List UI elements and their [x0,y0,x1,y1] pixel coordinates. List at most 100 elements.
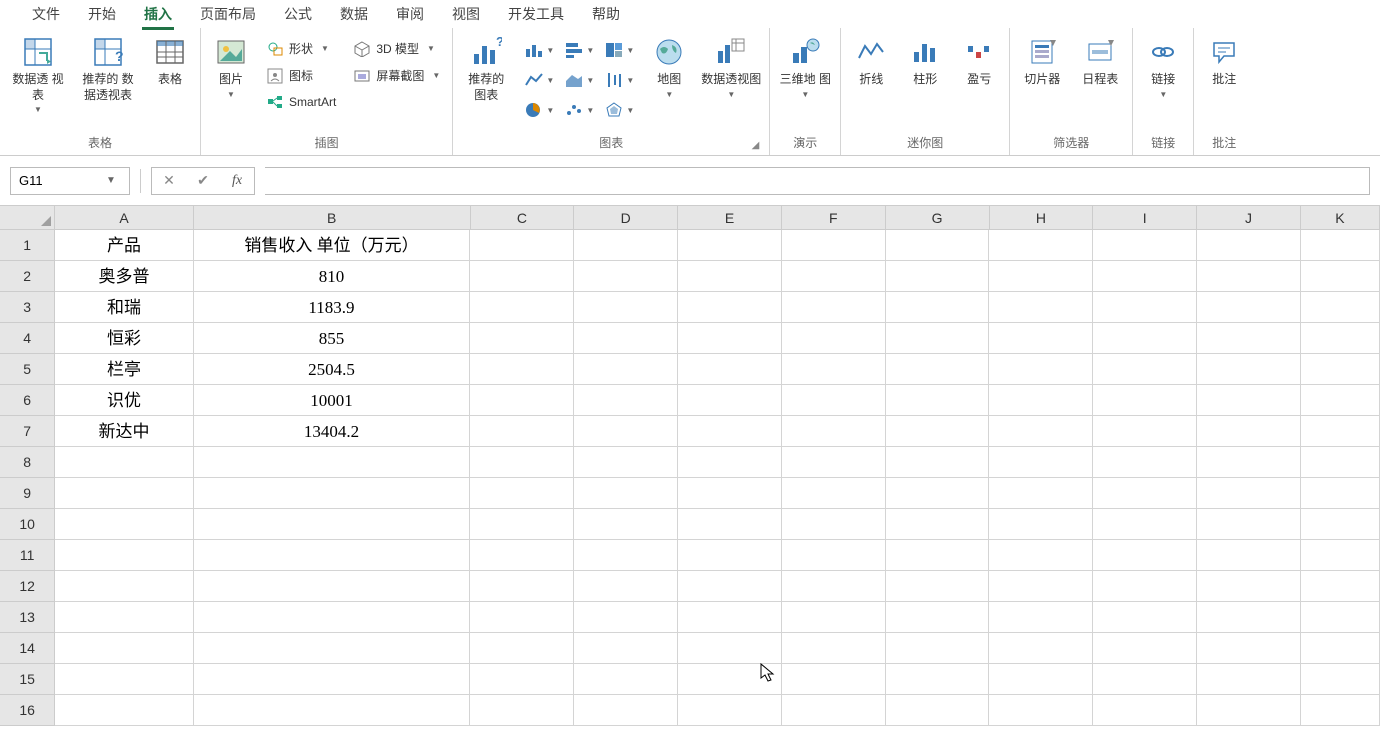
comment-button[interactable]: 批注 [1202,32,1246,88]
cell-G2[interactable] [886,261,990,292]
bar-chart-button[interactable]: ▼ [561,36,597,64]
cell-C12[interactable] [470,571,574,602]
cell-C7[interactable] [470,416,574,447]
cell-G6[interactable] [886,385,990,416]
cell-F8[interactable] [782,447,886,478]
cell-B8[interactable] [194,447,471,478]
cell-K5[interactable] [1301,354,1380,385]
cell-I10[interactable] [1093,509,1197,540]
cell-B5[interactable]: 2504.5 [194,354,471,385]
cell-A2[interactable]: 奥多普 [55,261,193,292]
cell-D14[interactable] [574,633,678,664]
cell-A11[interactable] [55,540,193,571]
menu-item-开始[interactable]: 开始 [74,0,130,28]
row-header-10[interactable]: 10 [0,509,55,540]
column-header-F[interactable]: F [782,206,886,230]
cell-K13[interactable] [1301,602,1380,633]
slicer-button[interactable]: 切片器 [1018,32,1066,88]
cell-E14[interactable] [678,633,782,664]
cell-C9[interactable] [470,478,574,509]
cell-J8[interactable] [1197,447,1301,478]
cell-A4[interactable]: 恒彩 [55,323,193,354]
cell-A12[interactable] [55,571,193,602]
cell-K12[interactable] [1301,571,1380,602]
cell-C4[interactable] [470,323,574,354]
row-header-4[interactable]: 4 [0,323,55,354]
sparkline-winloss-button[interactable]: 盈亏 [957,32,1001,88]
pie-chart-button[interactable]: ▼ [521,96,557,124]
cell-G5[interactable] [886,354,990,385]
cell-H2[interactable] [989,261,1093,292]
column-header-G[interactable]: G [886,206,990,230]
cell-D2[interactable] [574,261,678,292]
cell-B1[interactable]: 销售收入 单位（万元） [194,230,471,261]
cell-E1[interactable] [678,230,782,261]
cell-J16[interactable] [1197,695,1301,726]
select-all-corner[interactable] [0,206,55,230]
cell-A7[interactable]: 新达中 [55,416,193,447]
sparkline-column-button[interactable]: 柱形 [903,32,947,88]
cell-A1[interactable]: 产品 [55,230,193,261]
column-header-J[interactable]: J [1197,206,1301,230]
cell-B11[interactable] [194,540,471,571]
row-header-14[interactable]: 14 [0,633,55,664]
recommended-pivot-button[interactable]: ? 推荐的 数据透视表 [78,32,138,103]
cell-H10[interactable] [989,509,1093,540]
cell-E9[interactable] [678,478,782,509]
cell-C5[interactable] [470,354,574,385]
cell-F13[interactable] [782,602,886,633]
pivotchart-button[interactable]: 数据透视图 ▼ [701,32,761,99]
row-header-11[interactable]: 11 [0,540,55,571]
column-header-B[interactable]: B [194,206,471,230]
cell-E6[interactable] [678,385,782,416]
cell-D1[interactable] [574,230,678,261]
row-header-6[interactable]: 6 [0,385,55,416]
chevron-down-icon[interactable]: ▼ [101,175,121,186]
cell-F16[interactable] [782,695,886,726]
name-box-input[interactable] [11,173,101,188]
cell-H13[interactable] [989,602,1093,633]
cell-K10[interactable] [1301,509,1380,540]
menu-item-插入[interactable]: 插入 [130,0,186,28]
cell-A16[interactable] [55,695,193,726]
menu-item-视图[interactable]: 视图 [438,0,494,28]
column-header-C[interactable]: C [471,206,575,230]
cell-J11[interactable] [1197,540,1301,571]
cell-C10[interactable] [470,509,574,540]
icons-button[interactable]: 图标 [263,65,340,86]
cell-G15[interactable] [886,664,990,695]
cell-G16[interactable] [886,695,990,726]
cell-I5[interactable] [1093,354,1197,385]
cell-A10[interactable] [55,509,193,540]
cell-H15[interactable] [989,664,1093,695]
cell-H7[interactable] [989,416,1093,447]
radar-chart-button[interactable]: ▼ [601,96,637,124]
cell-B15[interactable] [194,664,471,695]
cell-B16[interactable] [194,695,471,726]
cell-I4[interactable] [1093,323,1197,354]
cell-J9[interactable] [1197,478,1301,509]
cell-C2[interactable] [470,261,574,292]
menu-item-文件[interactable]: 文件 [18,0,74,28]
cell-A14[interactable] [55,633,193,664]
cell-F15[interactable] [782,664,886,695]
cell-G8[interactable] [886,447,990,478]
cell-I13[interactable] [1093,602,1197,633]
cell-H14[interactable] [989,633,1093,664]
cell-B3[interactable]: 1183.9 [194,292,471,323]
cell-H8[interactable] [989,447,1093,478]
cell-D6[interactable] [574,385,678,416]
cell-J2[interactable] [1197,261,1301,292]
cell-J12[interactable] [1197,571,1301,602]
cell-F1[interactable] [782,230,886,261]
cell-I1[interactable] [1093,230,1197,261]
smartart-button[interactable]: SmartArt [263,92,340,112]
cell-H16[interactable] [989,695,1093,726]
row-header-8[interactable]: 8 [0,447,55,478]
cell-C3[interactable] [470,292,574,323]
row-header-2[interactable]: 2 [0,261,55,292]
cell-D8[interactable] [574,447,678,478]
cell-H5[interactable] [989,354,1093,385]
column-header-H[interactable]: H [990,206,1094,230]
pivot-table-button[interactable]: 数据透 视表 ▼ [8,32,68,114]
